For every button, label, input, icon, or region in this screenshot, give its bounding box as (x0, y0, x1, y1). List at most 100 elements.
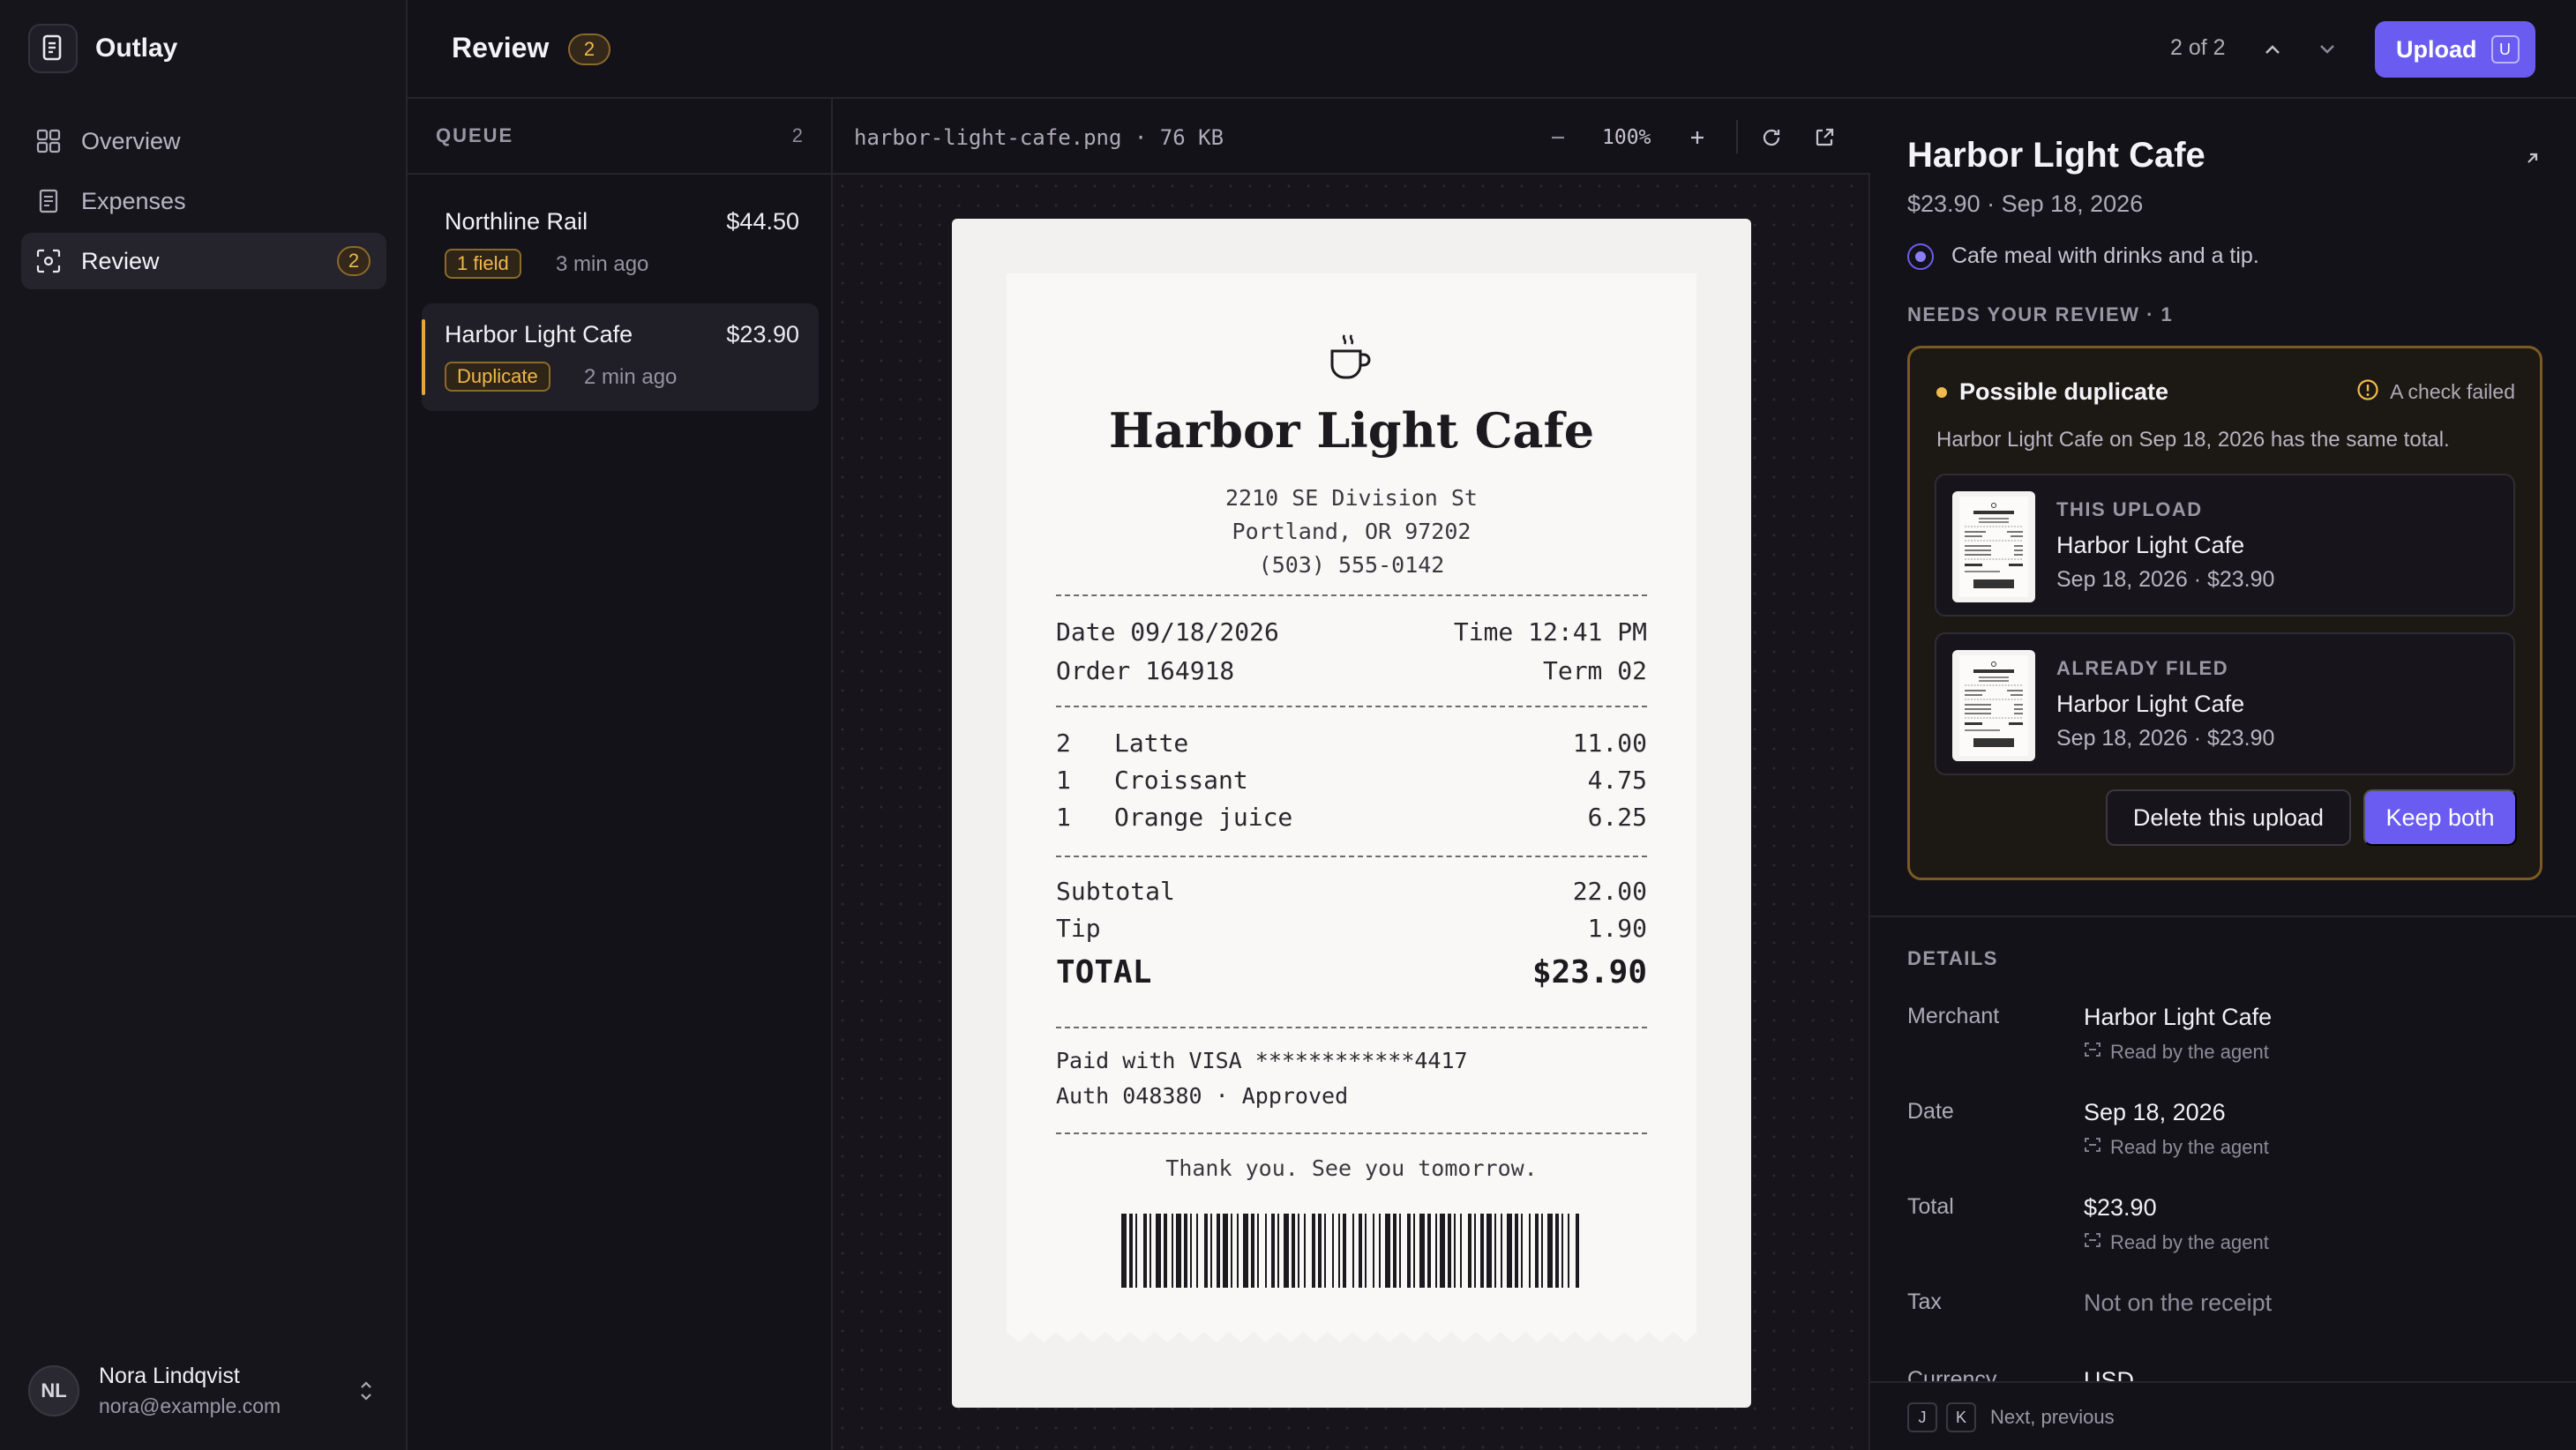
detail-panel: Harbor Light Cafe $23.90 · Sep 18, 2026 … (1870, 99, 2576, 1450)
queue-item-time: 2 min ago (584, 365, 678, 389)
field-label: Total (1907, 1194, 1954, 1219)
scan-icon (35, 248, 62, 274)
tax-value[interactable]: Not on the receipt (2084, 1289, 2272, 1317)
rotate-icon[interactable] (1754, 120, 1789, 155)
sidebar: Outlay Overview Expenses Review 2 NL Nor… (0, 0, 408, 1450)
queue-item-name: Harbor Light Cafe (445, 321, 633, 348)
barcode-bar (1352, 1214, 1354, 1288)
expand-icon[interactable] (2518, 145, 2546, 173)
needs-review-label: NEEDS YOUR REVIEW · 1 (1907, 303, 2174, 325)
barcode-bar (1129, 1214, 1133, 1288)
sidebar-item-label: Overview (81, 127, 181, 154)
document-icon (35, 188, 62, 214)
tip-value: 1.90 (1587, 914, 1647, 943)
barcode-bar (1210, 1214, 1212, 1288)
receipt-icon (28, 24, 78, 73)
check-status: A check failed (2356, 378, 2515, 406)
barcode-bar (1399, 1214, 1401, 1288)
user-menu[interactable]: NL Nora Lindqvist nora@example.com (28, 1360, 381, 1422)
date-value[interactable]: Sep 18, 2026 (2084, 1099, 2226, 1126)
sidebar-item-label: Expenses (81, 187, 186, 214)
receipt-address-line: 2210 SE Division St (1225, 485, 1478, 511)
upload-shortcut-key: U (2490, 35, 2520, 64)
zoom-out-icon[interactable] (1540, 120, 1576, 155)
sidebar-item-review[interactable]: Review 2 (21, 233, 386, 289)
shortcut-hint: Next, previous (1990, 1406, 2115, 1428)
barcode-bar (1284, 1214, 1289, 1288)
sidebar-item-label: Review (81, 247, 160, 274)
barcode-bar (1143, 1214, 1147, 1288)
barcode-bar (1413, 1214, 1415, 1288)
total-value[interactable]: $23.90 (2084, 1194, 2157, 1222)
queue-item-amount: $44.50 (726, 208, 799, 235)
receipt-term: Term 02 (1542, 656, 1647, 685)
shortcut-key: K (1946, 1402, 1976, 1432)
merchant-value[interactable]: Harbor Light Cafe (2084, 1004, 2272, 1031)
user-email: nora@example.com (99, 1394, 281, 1417)
barcode-bar (1304, 1214, 1306, 1288)
comparison-merchant: Harbor Light Cafe (2056, 532, 2245, 558)
barcode-bar (1156, 1214, 1161, 1288)
chevron-down-icon[interactable] (2310, 32, 2345, 67)
item-price: 6.25 (1587, 803, 1647, 832)
receipt-date: Date 09/18/2026 (1056, 617, 1279, 647)
already-filed-card[interactable]: ALREADY FILED Harbor Light Cafe Sep 18, … (1935, 632, 2515, 775)
open-external-icon[interactable] (1807, 120, 1842, 155)
divider (1870, 916, 2576, 917)
sidebar-item-expenses[interactable]: Expenses (21, 173, 386, 229)
upload-button[interactable]: Upload U (2375, 21, 2535, 78)
barcode-bar (1231, 1214, 1232, 1288)
barcode-bar (1237, 1214, 1239, 1288)
item-name: Latte (1114, 729, 1189, 758)
chevron-up-down-icon[interactable] (351, 1376, 381, 1406)
barcode-bar (1217, 1214, 1220, 1288)
chevron-up-icon[interactable] (2255, 32, 2290, 67)
receipt-divider (1056, 1132, 1647, 1134)
queue-item[interactable]: Northline Rail $44.50 1 field 3 min ago (422, 191, 819, 298)
barcode-bar (1338, 1214, 1340, 1288)
brand[interactable]: Outlay (28, 23, 177, 74)
check-status-label: A check failed (2390, 380, 2515, 403)
barcode-bar (1298, 1214, 1299, 1288)
alert-circle-icon (2356, 378, 2379, 406)
barcode (1121, 1214, 1579, 1288)
comparison-kicker: ALREADY FILED (2056, 657, 2229, 679)
scan-icon (2084, 1231, 2101, 1254)
this-upload-card[interactable]: THIS UPLOAD Harbor Light Cafe Sep 18, 20… (1935, 474, 2515, 617)
field-source-label: Read by the agent (2110, 1231, 2269, 1253)
zoom-in-icon[interactable] (1680, 120, 1715, 155)
scan-icon (2084, 1041, 2101, 1064)
queue-title: QUEUE (436, 124, 514, 146)
barcode-bar (1435, 1214, 1437, 1288)
receipt-divider (1056, 1027, 1647, 1028)
barcode-bar (1135, 1214, 1137, 1288)
queue-item-selected[interactable]: Harbor Light Cafe $23.90 Duplicate 2 min… (422, 303, 819, 411)
receipt-divider (1056, 594, 1647, 596)
barcode-bar (1393, 1214, 1397, 1288)
barcode-bar (1359, 1214, 1362, 1288)
receipt-image: Harbor Light Cafe 2210 SE Division St Po… (952, 219, 1751, 1408)
field-source: Read by the agent (2084, 1041, 2269, 1064)
receipt-divider (1056, 706, 1647, 707)
keep-both-button[interactable]: Keep both (2363, 789, 2517, 846)
top-bar: Review 2 2 of 2 Upload U (408, 0, 2576, 99)
field-label: Merchant (1907, 1004, 2000, 1028)
pager-position: 2 of 2 (2170, 35, 2226, 60)
barcode-bar (1277, 1214, 1279, 1288)
item-name: Croissant (1114, 766, 1248, 795)
barcode-bar (1204, 1214, 1208, 1288)
barcode-bar (1576, 1214, 1579, 1288)
barcode-bar (1332, 1214, 1334, 1288)
receipt-tear-edge (1007, 1332, 1696, 1344)
receipt-divider (1056, 856, 1647, 857)
detail-title: Harbor Light Cafe (1907, 136, 2205, 175)
item-qty: 2 (1056, 729, 1071, 758)
receipt-subtotal-row: Subtotal 22.00 (1056, 877, 1647, 906)
barcode-bar (1385, 1214, 1390, 1288)
review-count-badge: 2 (337, 246, 371, 276)
sidebar-item-overview[interactable]: Overview (21, 113, 386, 169)
item-qty: 1 (1056, 766, 1071, 795)
duplicate-explanation: Harbor Light Cafe on Sep 18, 2026 has th… (1936, 428, 2450, 452)
delete-upload-button[interactable]: Delete this upload (2106, 789, 2351, 846)
keyboard-hint-bar: J K Next, previous (1870, 1381, 2576, 1450)
